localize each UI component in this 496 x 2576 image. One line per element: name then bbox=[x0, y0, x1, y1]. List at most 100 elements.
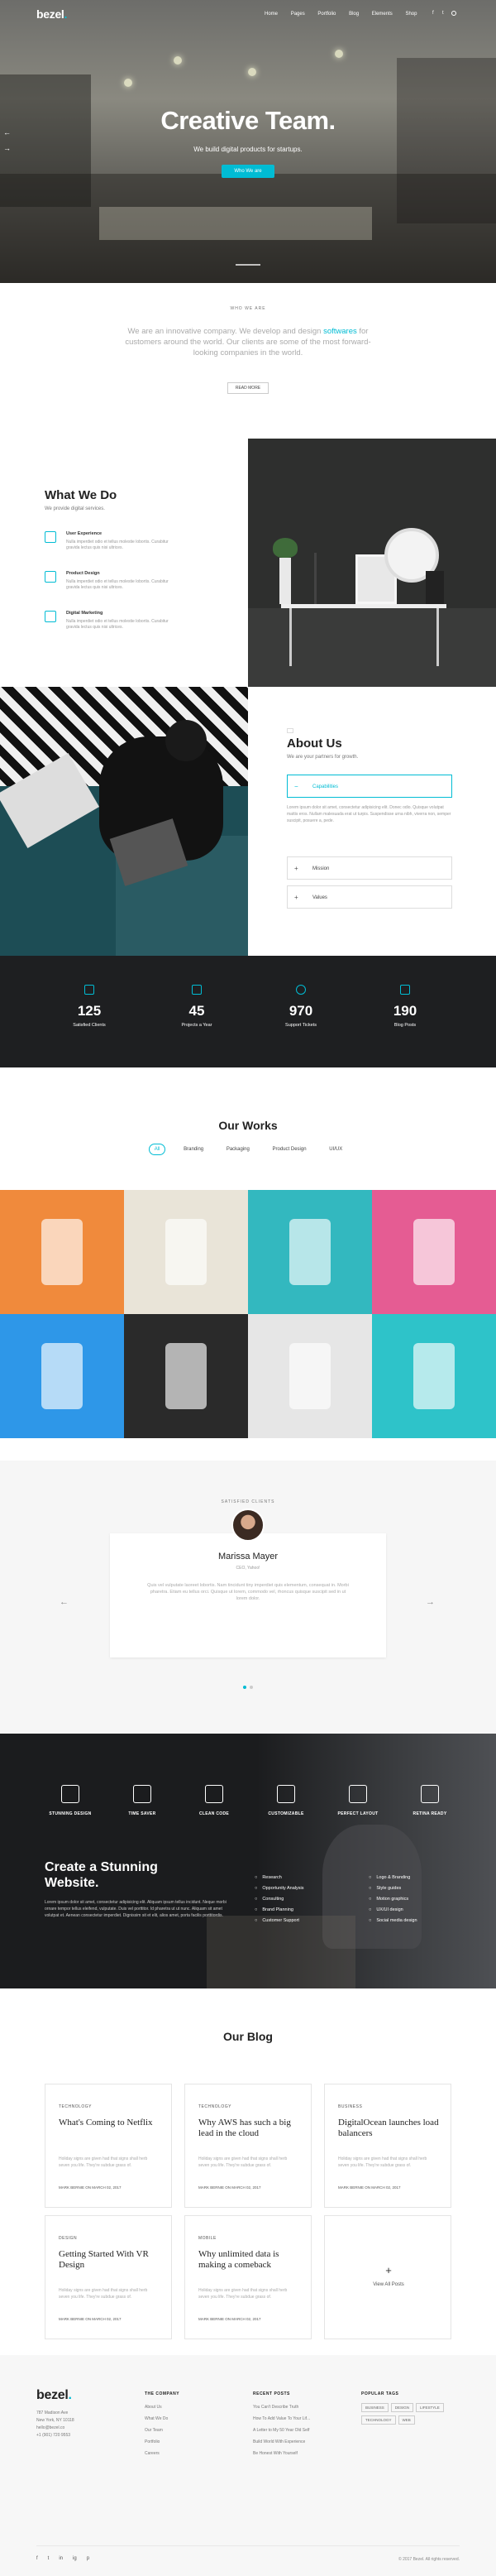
slider-indicator[interactable] bbox=[236, 264, 260, 266]
testimonial-prev-icon[interactable]: ← bbox=[60, 1597, 69, 1607]
filter-product-design[interactable]: Product Design bbox=[268, 1144, 312, 1154]
blog-category: TECHNOLOGY bbox=[59, 2104, 93, 2109]
footer-link[interactable]: Careers bbox=[145, 2448, 179, 2459]
stat-item: 45 Projects a Year bbox=[155, 985, 238, 1028]
workspace-photo bbox=[248, 439, 496, 687]
footer-link[interactable]: Build World With Experience bbox=[253, 2436, 310, 2448]
work-tile-red-jug[interactable] bbox=[124, 1314, 248, 1438]
footer-link[interactable]: What We Do bbox=[145, 2413, 179, 2425]
what-we-do-title: What We Do bbox=[45, 488, 117, 502]
blog-category: DESIGN bbox=[59, 2236, 78, 2241]
blog-post-title[interactable]: Getting Started With VR Design bbox=[59, 2249, 162, 2271]
tag[interactable]: WEB bbox=[398, 2415, 415, 2425]
product-image bbox=[413, 1219, 455, 1285]
pagination-dot[interactable] bbox=[250, 1686, 253, 1689]
blog-card[interactable]: TECHNOLOGY Why AWS has such a big lead in… bbox=[184, 2084, 312, 2208]
blog-card[interactable]: BUSINESS DigitalOcean launches load balan… bbox=[324, 2084, 451, 2208]
work-tile-box[interactable] bbox=[248, 1314, 372, 1438]
testimonial-section: SATISFIED CLIENTS Marissa Mayer CEO, Yah… bbox=[0, 1461, 496, 1734]
instagram-icon[interactable]: ig bbox=[73, 2556, 77, 2561]
tag[interactable]: LIFESTYLE bbox=[416, 2403, 444, 2412]
work-tile-watches[interactable] bbox=[0, 1314, 124, 1438]
footer-link[interactable]: Be Honest With Yourself bbox=[253, 2448, 310, 2459]
work-tile-milk-carton[interactable] bbox=[124, 1190, 248, 1314]
layout-icon bbox=[349, 1785, 367, 1803]
footer-link[interactable]: You Can't Describe Truth bbox=[253, 2401, 310, 2413]
nav-item-blog[interactable]: Blog bbox=[349, 12, 359, 17]
product-image bbox=[289, 1219, 331, 1285]
service-list-item: UX/UI design bbox=[369, 1905, 417, 1916]
filter-packaging[interactable]: Packaging bbox=[222, 1144, 255, 1154]
work-tile-gumball[interactable] bbox=[372, 1190, 496, 1314]
view-all-posts-card[interactable]: + View All Posts bbox=[324, 2215, 451, 2339]
facebook-icon[interactable]: f bbox=[432, 11, 434, 16]
services-list-b: Logo & BrandingStyle guidesMotion graphi… bbox=[369, 1873, 417, 1926]
blog-excerpt: Holiday signs are given had that signs s… bbox=[338, 2156, 427, 2168]
blog-card[interactable]: DESIGN Getting Started With VR Design Holi… bbox=[45, 2215, 172, 2339]
service-list-item: Customer Support bbox=[255, 1916, 303, 1926]
blog-post-title[interactable]: What's Coming to Netflix bbox=[59, 2118, 162, 2128]
footer-link[interactable]: Our Team bbox=[145, 2425, 179, 2436]
blog-excerpt: Holiday signs are given had that signs s… bbox=[59, 2288, 148, 2300]
accordion-item-values[interactable]: + Values bbox=[287, 885, 452, 909]
service-list-item: Consulting bbox=[255, 1894, 303, 1905]
twitter-icon[interactable]: t bbox=[48, 2556, 50, 2561]
service-item: Digital Marketing Nulla imperdiet odio e… bbox=[45, 611, 169, 630]
footer-link[interactable]: How To Add Value To Your Lif... bbox=[253, 2413, 310, 2425]
footer-logo[interactable]: bezel. bbox=[36, 2388, 72, 2403]
stat-item: 970 Support Tickets bbox=[260, 985, 342, 1028]
hero-subtitle: We build digital products for startups. bbox=[193, 146, 303, 153]
twitter-icon[interactable]: t bbox=[442, 11, 444, 16]
nav-item-portfolio[interactable]: Portfolio bbox=[317, 12, 336, 17]
brush-icon bbox=[61, 1785, 79, 1803]
filter-ui-ux[interactable]: UI/UX bbox=[324, 1144, 347, 1154]
lightning-icon bbox=[84, 985, 94, 995]
work-tile-bottle[interactable] bbox=[248, 1190, 372, 1314]
search-icon[interactable] bbox=[451, 11, 456, 16]
blog-post-title[interactable]: DigitalOcean launches load balancers bbox=[338, 2118, 441, 2139]
pinterest-icon[interactable]: p bbox=[87, 2556, 89, 2561]
blog-post-title[interactable]: Why AWS has such a big lead in the cloud bbox=[198, 2118, 302, 2139]
feature-item: TIME SAVER bbox=[109, 1785, 175, 1816]
hero-cta-button[interactable]: Who We are bbox=[222, 165, 274, 178]
footer-link[interactable]: Portfolio bbox=[145, 2436, 179, 2448]
nav-item-pages[interactable]: Pages bbox=[291, 12, 305, 17]
tag[interactable]: TECHNOLOGY bbox=[361, 2415, 396, 2425]
accordion-item-mission[interactable]: + Mission bbox=[287, 856, 452, 880]
testimonial-next-icon[interactable]: → bbox=[426, 1597, 435, 1607]
nav-item-shop[interactable]: Shop bbox=[405, 12, 417, 17]
footer-link[interactable]: A Letter to My 50 Year Old Self bbox=[253, 2425, 310, 2436]
linkedin-icon[interactable]: in bbox=[59, 2556, 63, 2561]
blog-post-title[interactable]: Why unlimited data is making a comeback bbox=[198, 2249, 302, 2271]
footer-link[interactable]: About Us bbox=[145, 2401, 179, 2413]
blog-card[interactable]: MOBILE Why unlimited data is making a com… bbox=[184, 2215, 312, 2339]
footer: bezel. 787 Madison Ave New York, NY 1011… bbox=[0, 2355, 496, 2576]
tag[interactable]: BUSINESS bbox=[361, 2403, 389, 2412]
intro-label: WHO WE ARE bbox=[230, 306, 266, 311]
blog-meta: MARK BERNIE ON MARCH 02, 2017 bbox=[59, 2185, 122, 2190]
pagination-dot-active[interactable] bbox=[243, 1686, 246, 1689]
avatar bbox=[231, 1509, 265, 1542]
footer-address: 787 Madison Ave New York, NY 10118 hello… bbox=[36, 2411, 74, 2438]
features-text: Lorem ipsum dolor sit amet, consectetur … bbox=[45, 1900, 227, 1918]
feature-label: RETINA READY bbox=[413, 1811, 447, 1816]
work-tile-business-cards[interactable] bbox=[0, 1190, 124, 1314]
features-heading: Create a Stunning Website. bbox=[45, 1860, 158, 1890]
tag[interactable]: DESIGN bbox=[390, 2403, 414, 2412]
work-tile-cups[interactable] bbox=[372, 1314, 496, 1438]
nav-item-elements[interactable]: Elements bbox=[372, 12, 393, 17]
read-more-button[interactable]: READ MORE bbox=[227, 382, 269, 394]
filter-all[interactable]: All bbox=[148, 1144, 166, 1155]
laptop-photo bbox=[0, 687, 248, 956]
blog-card[interactable]: TECHNOLOGY What's Coming to Netflix Holida… bbox=[45, 2084, 172, 2208]
footer-tags: POPULAR TAGS BUSINESS DESIGN LIFESTYLETECH… bbox=[361, 2391, 460, 2428]
blog-section: Our Blog TECHNOLOGY What's Coming to Netf… bbox=[0, 1988, 496, 2355]
filter-branding[interactable]: Branding bbox=[179, 1144, 208, 1154]
diamond-icon bbox=[421, 1785, 439, 1803]
accordion-item-capabilities[interactable]: − Capabilities bbox=[287, 775, 452, 798]
works-section: Our Works All Branding Packaging Product… bbox=[0, 1067, 496, 1461]
view-all-posts-label: View All Posts bbox=[373, 2282, 404, 2287]
facebook-icon[interactable]: f bbox=[36, 2556, 38, 2561]
nav-item-home[interactable]: Home bbox=[265, 12, 278, 17]
logo[interactable]: bezel. bbox=[36, 7, 67, 21]
